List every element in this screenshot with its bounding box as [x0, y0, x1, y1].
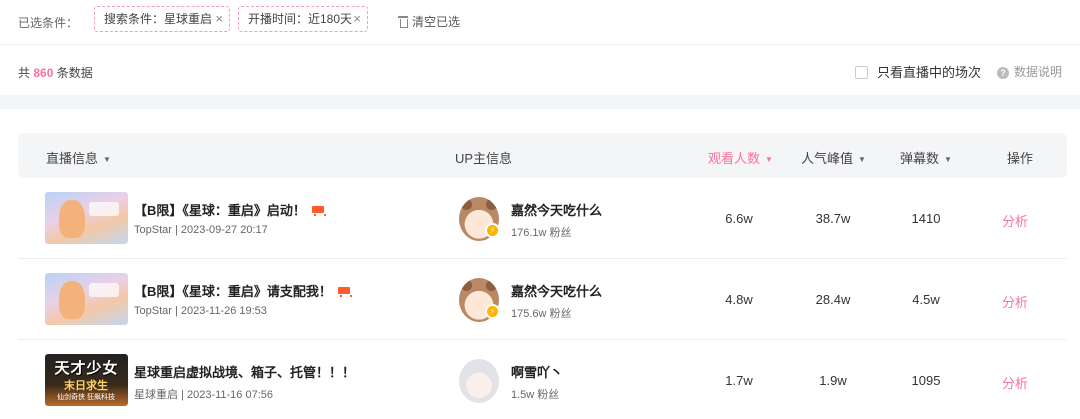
- filter-chip-time-label: 开播时间：近180天: [248, 12, 353, 26]
- analyze-link[interactable]: 分析: [985, 211, 1045, 230]
- trash-icon: [398, 16, 408, 28]
- lightning-badge-icon: ⚡: [485, 223, 500, 238]
- data-note-link[interactable]: ? 数据说明: [997, 63, 1062, 80]
- clear-filters-button[interactable]: 清空已选: [398, 13, 460, 30]
- sort-caret-icon: ▼: [944, 155, 952, 164]
- sort-caret-icon: ▼: [103, 155, 111, 164]
- thumbnail-caption: 仙剑奇侠 狂飙科技: [57, 394, 115, 401]
- close-icon[interactable]: ×: [215, 7, 223, 31]
- checkbox-icon[interactable]: [855, 66, 868, 79]
- live-title[interactable]: 星球重启虚拟战境、箱子、托管！！！: [134, 362, 355, 381]
- column-up-info-label: UP主信息: [455, 151, 513, 166]
- avatar[interactable]: [459, 359, 499, 403]
- sort-caret-icon: ▼: [858, 155, 866, 164]
- danmu-value: 1410: [911, 211, 941, 226]
- result-count-suffix: 条数据: [56, 66, 93, 80]
- column-danmu[interactable]: 弹幕数 ▼: [900, 148, 952, 167]
- section-divider: [0, 95, 1080, 109]
- result-summary: 共 860 条数据 只看直播中的场次 ? 数据说明: [0, 45, 1080, 95]
- table-row[interactable]: 【B限】《星球：重启》启动！ TopStar | 2023-09-27 20:1…: [18, 178, 1067, 259]
- up-name[interactable]: 嘉然今天吃什么: [511, 281, 602, 300]
- filter-bar: 已选条件： 搜索条件：星球重启 × 开播时间：近180天 × 清空已选: [0, 0, 1080, 45]
- lightning-badge-icon: ⚡: [485, 304, 500, 319]
- views-value: 6.6w: [725, 211, 753, 226]
- thumbnail-title: 天才少女: [54, 360, 119, 377]
- live-title-text: 星球重启虚拟战境、箱子、托管！！！: [134, 365, 356, 380]
- filter-chip-search[interactable]: 搜索条件：星球重启 ×: [94, 6, 230, 32]
- up-fans: 175.6w 粉丝: [511, 308, 572, 320]
- live-meta: TopStar | 2023-11-26 19:53: [134, 305, 267, 317]
- column-up-info: UP主信息: [455, 148, 512, 167]
- question-icon: ?: [997, 67, 1009, 79]
- column-action: 操作: [1007, 148, 1033, 167]
- table-header: 直播信息 ▼ UP主信息 观看人数 ▼ 人气峰值 ▼ 弹幕数 ▼ 操作: [18, 133, 1067, 178]
- close-icon[interactable]: ×: [353, 7, 361, 31]
- column-views[interactable]: 观看人数 ▼: [708, 148, 773, 167]
- danmu-value: 4.5w: [912, 292, 940, 307]
- danmu-value: 1095: [911, 373, 941, 388]
- table-row[interactable]: 【B限】《星球：重启》请支配我！ TopStar | 2023-11-26 19…: [18, 259, 1067, 340]
- peak-value: 38.7w: [815, 211, 851, 226]
- live-thumbnail[interactable]: 天才少女 末日求生 仙剑奇侠 狂飙科技: [45, 354, 128, 406]
- column-peak-label: 人气峰值: [801, 151, 854, 166]
- views-value: 1.7w: [725, 373, 753, 388]
- live-meta: 星球重启 | 2023-11-16 07:56: [134, 389, 274, 401]
- up-fans: 176.1w 粉丝: [511, 227, 572, 239]
- live-title-text: 【B限】《星球：重启》请支配我！: [134, 284, 332, 299]
- column-views-label: 观看人数: [708, 151, 761, 166]
- live-thumbnail[interactable]: [45, 273, 128, 325]
- up-name[interactable]: 嘉然今天吃什么: [511, 200, 602, 219]
- thumbnail-subtitle: 末日求生: [64, 380, 108, 392]
- result-count: 共 860 条数据: [18, 64, 93, 81]
- live-meta: TopStar | 2023-09-27 20:17: [134, 224, 268, 236]
- peak-value: 28.4w: [815, 292, 851, 307]
- column-live-info-label: 直播信息: [46, 151, 99, 166]
- analyze-link[interactable]: 分析: [985, 292, 1045, 311]
- filter-chip-search-label: 搜索条件：星球重启: [104, 12, 213, 26]
- up-name[interactable]: 啊雪吖丶: [511, 362, 563, 381]
- table-row[interactable]: 天才少女 末日求生 仙剑奇侠 狂飙科技 星球重启虚拟战境、箱子、托管！！！ 星球…: [18, 340, 1067, 419]
- live-only-checkbox[interactable]: 只看直播中的场次: [855, 62, 981, 81]
- column-action-label: 操作: [1007, 151, 1034, 166]
- sort-caret-icon: ▼: [765, 155, 773, 164]
- cart-icon: [337, 287, 352, 297]
- live-title[interactable]: 【B限】《星球：重启》启动！: [134, 200, 326, 219]
- clear-filters-label: 清空已选: [412, 15, 461, 29]
- peak-value: 1.9w: [819, 373, 847, 388]
- live-thumbnail[interactable]: [45, 192, 128, 244]
- column-danmu-label: 弹幕数: [900, 151, 940, 166]
- views-value: 4.8w: [725, 292, 753, 307]
- result-count-prefix: 共: [18, 66, 31, 80]
- column-peak[interactable]: 人气峰值 ▼: [801, 148, 866, 167]
- analyze-link[interactable]: 分析: [985, 373, 1045, 392]
- filter-label: 已选条件：: [18, 16, 79, 30]
- up-fans: 1.5w 粉丝: [511, 389, 560, 401]
- live-only-label: 只看直播中的场次: [877, 65, 982, 80]
- cart-icon: [311, 206, 326, 216]
- result-count-number: 860: [33, 66, 54, 80]
- column-live-info[interactable]: 直播信息 ▼: [46, 148, 111, 167]
- data-note-label: 数据说明: [1014, 65, 1063, 79]
- live-title-text: 【B限】《星球：重启》启动！: [134, 203, 306, 218]
- filter-chip-time[interactable]: 开播时间：近180天 ×: [238, 6, 368, 32]
- live-title[interactable]: 【B限】《星球：重启》请支配我！: [134, 281, 352, 300]
